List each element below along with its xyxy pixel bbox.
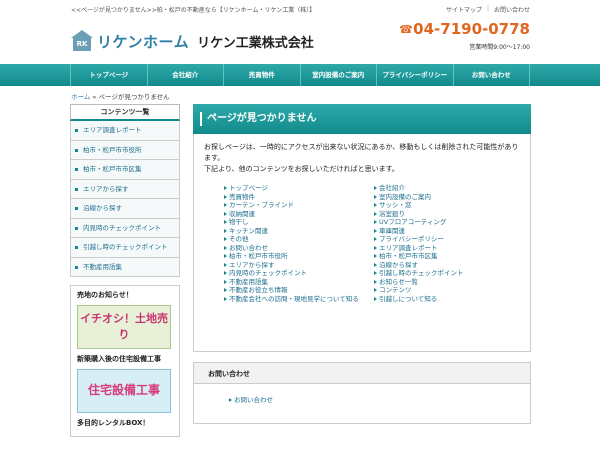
top-links: サイトマップ | お問い合わせ bbox=[445, 5, 530, 14]
breadcrumb-home[interactable]: ホーム bbox=[71, 93, 90, 101]
equipment-caption: 新築購入後の住宅設備工事 bbox=[77, 355, 161, 363]
business-hours: 営業時間9:00～17:00 bbox=[469, 44, 530, 51]
equipment-banner[interactable]: 住宅設備工事 bbox=[77, 369, 171, 413]
sitemap-link-item[interactable]: お問い合わせ bbox=[224, 244, 364, 253]
sidebar-notice-box: 売地のお知らせ！ イチオシ！土地売り 新築購入後の住宅設備工事 住宅設備工事 多… bbox=[70, 285, 180, 437]
notice-title: 売地のお知らせ！ bbox=[77, 291, 133, 299]
sitemap-link-item[interactable]: お知らせ一覧 bbox=[374, 278, 514, 287]
links-right-column: 会社紹介 室内設備のご案内 サッシ・窓 浴室廻り UVフロアコーティング 車庫関連 プライバ… bbox=[374, 184, 514, 303]
phone-block: ☎ 04-7190-0778 営業時間9:00～17:00 bbox=[399, 20, 530, 51]
sitemap-link-item[interactable]: コンテンツ bbox=[374, 286, 514, 295]
main-content: ページが見つかりません お探しページは、一時的にアクセスが出来ない状況にあるか、… bbox=[193, 104, 531, 424]
sitemap-link-item[interactable]: 内見時のチェックポイント bbox=[224, 269, 364, 278]
nav-top[interactable]: トップページ bbox=[70, 64, 147, 86]
sidebar-item-glossary[interactable]: 不動産用語集 bbox=[70, 257, 180, 277]
nav-properties[interactable]: 売買物件 bbox=[223, 64, 300, 86]
sitemap-link-item[interactable]: 沿線から探す bbox=[374, 261, 514, 270]
site-logo[interactable]: RK リケンホーム リケン工業株式会社 bbox=[71, 28, 314, 54]
phone-number[interactable]: ☎ 04-7190-0778 bbox=[399, 20, 530, 38]
sitemap-link-item[interactable]: 引越し時のチェックポイント bbox=[374, 269, 514, 278]
sidebar-item-moving-check[interactable]: 引越し時のチェックポイント bbox=[70, 238, 180, 258]
sidebar-item-city-district[interactable]: 柏市・松戸市市区集 bbox=[70, 160, 180, 180]
logo-text: リケンホーム bbox=[97, 32, 190, 51]
contact-link[interactable]: お問い合わせ bbox=[229, 396, 273, 405]
sitemap-link-item[interactable]: 不動産用語集 bbox=[224, 278, 364, 287]
sitemap-link-item[interactable]: カーテン・ブラインド bbox=[224, 201, 364, 210]
sitemap-links: トップページ 売買物件 カーテン・ブラインド 収納関連 物干し キッチン関連 その他 お問い合… bbox=[224, 184, 514, 303]
links-left-column: トップページ 売買物件 カーテン・ブラインド 収納関連 物干し キッチン関連 その他 お問い合… bbox=[224, 184, 364, 303]
sidebar-item-city-office[interactable]: 柏市・松戸市市役所 bbox=[70, 140, 180, 160]
sidebar-item-viewing-check[interactable]: 内見時のチェックポイント bbox=[70, 218, 180, 238]
nav-privacy[interactable]: プライバシーポリシー bbox=[376, 64, 453, 86]
sitemap-link-item[interactable]: 柏市・松戸市市区集 bbox=[374, 252, 514, 261]
contact-section: お問い合わせ bbox=[193, 384, 531, 424]
sitemap-link-item[interactable]: 車庫関連 bbox=[374, 227, 514, 236]
sitemap-link-item[interactable]: UVフロアコーティング bbox=[374, 218, 514, 227]
sitemap-link-item[interactable]: その他 bbox=[224, 235, 364, 244]
sitemap-link[interactable]: サイトマップ bbox=[446, 5, 482, 14]
sitemap-link-item[interactable]: 収納関連 bbox=[224, 210, 364, 219]
sitemap-link-item[interactable]: 引越しについて知る bbox=[374, 295, 514, 304]
site-tagline: <<ページが見つかりません>>柏・松戸の不動産なら【リケンホーム・リケン工業（株… bbox=[71, 7, 316, 14]
sidebar-item-search-area[interactable]: エリアから探す bbox=[70, 179, 180, 199]
sitemap-link-item[interactable]: 不動産お役立ち情報 bbox=[224, 286, 364, 295]
page-title: ページが見つかりません bbox=[193, 104, 531, 134]
company-name: リケン工業株式会社 bbox=[197, 35, 314, 51]
rental-caption: 多目的レンタルBOX！ bbox=[77, 419, 150, 427]
sitemap-link-item[interactable]: エリア調査レポート bbox=[374, 244, 514, 253]
breadcrumb: ホーム » ページが見つかりません bbox=[71, 93, 170, 101]
not-found-box: お探しページは、一時的にアクセスが出来ない状況にあるか、移動もしくは削除された可… bbox=[193, 134, 531, 352]
sitemap-link-item[interactable]: トップページ bbox=[224, 184, 364, 193]
error-message: お探しページは、一時的にアクセスが出来ない状況にあるか、移動もしくは削除された可… bbox=[204, 143, 519, 173]
sitemap-link-item[interactable]: 柏市・松戸市市役所 bbox=[224, 252, 364, 261]
sidebar: コンテンツ一覧 エリア調査レポート 柏市・松戸市市役所 柏市・松戸市市区集 エリ… bbox=[70, 104, 180, 437]
nav-company[interactable]: 会社紹介 bbox=[146, 64, 224, 86]
sitemap-link-item[interactable]: 室内設備のご案内 bbox=[374, 193, 514, 202]
sidebar-item-area-report[interactable]: エリア調査レポート bbox=[70, 121, 180, 141]
global-nav: トップページ 会社紹介 売買物件 室内設備のご案内 プライバシーポリシー お問い… bbox=[0, 64, 600, 86]
sidebar-item-search-line[interactable]: 沿線から探す bbox=[70, 199, 180, 219]
sitemap-link-item[interactable]: 会社紹介 bbox=[374, 184, 514, 193]
nav-contact[interactable]: お問い合わせ bbox=[452, 64, 530, 86]
land-sale-banner[interactable]: イチオシ！土地売り bbox=[77, 305, 171, 349]
phone-icon: ☎ bbox=[399, 22, 413, 36]
sidebar-title: コンテンツ一覧 bbox=[70, 104, 180, 121]
sitemap-link-item[interactable]: 不動産会社への訪問・現地見学について知る bbox=[224, 295, 364, 304]
sitemap-link-item[interactable]: エリアから探す bbox=[224, 261, 364, 270]
header: RK リケンホーム リケン工業株式会社 ☎ 04-7190-0778 営業時間9… bbox=[0, 16, 600, 64]
sitemap-link-item[interactable]: 浴室廻り bbox=[374, 210, 514, 219]
contact-section-title: お問い合わせ bbox=[193, 362, 531, 384]
sitemap-link-item[interactable]: 売買物件 bbox=[224, 193, 364, 202]
sitemap-link-item[interactable]: 物干し bbox=[224, 218, 364, 227]
sitemap-link-item[interactable]: サッシ・窓 bbox=[374, 201, 514, 210]
breadcrumb-current: ページが見つかりません bbox=[98, 93, 170, 101]
sitemap-link-item[interactable]: キッチン関連 bbox=[224, 227, 364, 236]
top-bar: <<ページが見つかりません>>柏・松戸の不動産なら【リケンホーム・リケン工業（株… bbox=[0, 0, 600, 16]
nav-equipment[interactable]: 室内設備のご案内 bbox=[299, 64, 377, 86]
sitemap-link-item[interactable]: プライバシーポリシー bbox=[374, 235, 514, 244]
house-logo-icon: RK bbox=[71, 30, 93, 52]
contact-top-link[interactable]: お問い合わせ bbox=[494, 5, 530, 14]
